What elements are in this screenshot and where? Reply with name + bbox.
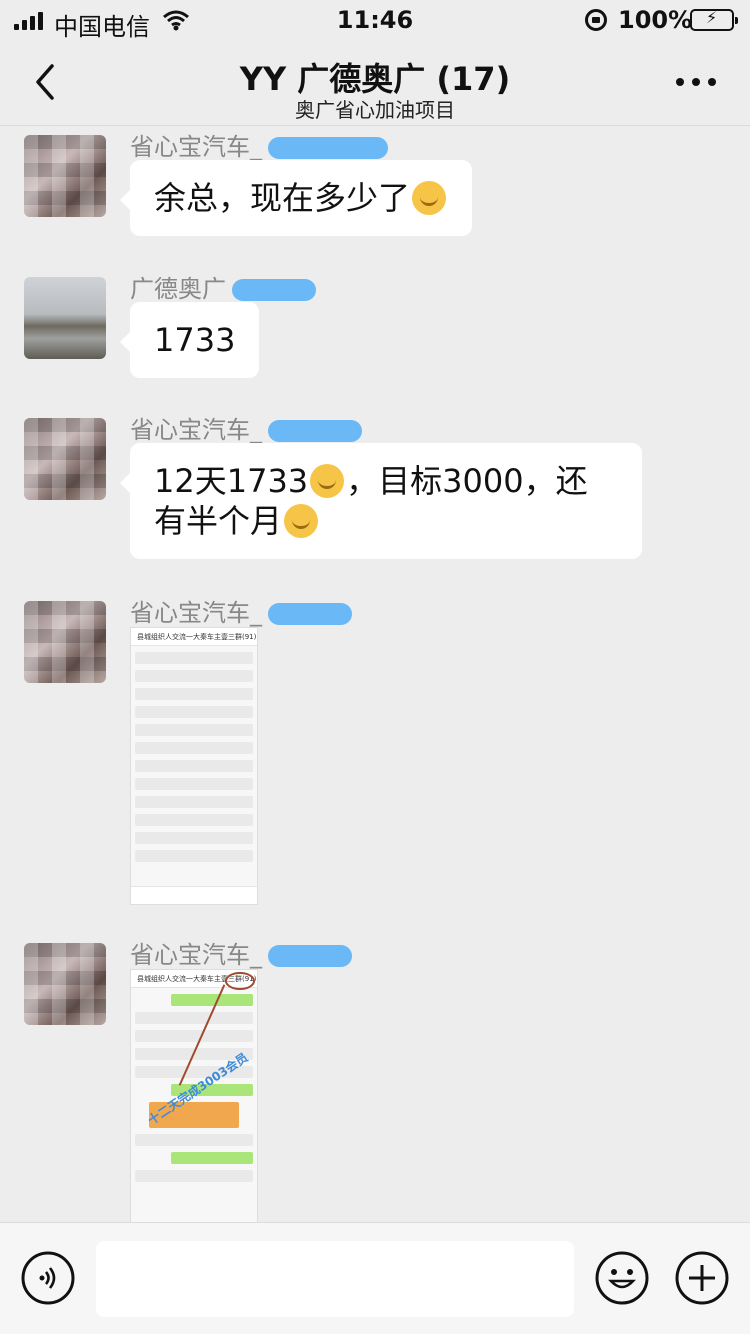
status-bar: 中国电信 11:46 100% ⚡ bbox=[0, 0, 750, 41]
message-list[interactable]: 省心宝汽车_ 余总，现在多少了 广德奥广 1733 省心宝汽车_ 12天1733… bbox=[0, 127, 750, 1222]
avatar[interactable] bbox=[24, 601, 106, 683]
determined-emoji-icon bbox=[310, 464, 345, 498]
fist-emoji-icon bbox=[412, 181, 447, 215]
sender-name: 省心宝汽车_ bbox=[130, 593, 352, 628]
avatar[interactable] bbox=[24, 418, 106, 500]
battery-percent: 100% bbox=[618, 6, 693, 34]
redaction-mark bbox=[268, 603, 352, 625]
image-message[interactable]: 县城组织人交流一大秦车主壹三群(91) bbox=[130, 627, 258, 905]
rotation-lock-icon bbox=[585, 9, 607, 31]
more-icon[interactable] bbox=[676, 78, 716, 88]
message-bubble[interactable]: 12天1733 ，目标3000，还 有半个月 bbox=[120, 443, 642, 559]
chat-subtitle: 奥广省心加油项目 bbox=[295, 98, 455, 122]
voice-icon[interactable] bbox=[21, 1251, 75, 1305]
input-bar bbox=[0, 1222, 750, 1334]
annotation-circle bbox=[225, 972, 255, 990]
fist-emoji-icon bbox=[284, 504, 319, 538]
chat-header: YY 广德奥广 (17) 奥广省心加油项目 bbox=[0, 40, 750, 126]
image-header: 县城组织人交流一大秦车主壹三群(91) bbox=[131, 628, 257, 646]
sender-name: 广德奥广 bbox=[130, 269, 316, 304]
emoji-icon[interactable] bbox=[595, 1251, 649, 1305]
redaction-mark bbox=[268, 945, 352, 967]
plus-icon[interactable] bbox=[675, 1251, 729, 1305]
battery-icon: ⚡ bbox=[690, 9, 738, 31]
redaction-mark bbox=[268, 137, 388, 159]
sender-name: 省心宝汽车_ bbox=[130, 935, 352, 970]
image-message[interactable]: 县城组织人交流一大秦车主壹三群(91) 十二天完成3003会员 bbox=[130, 969, 258, 1222]
sender-name: 省心宝汽车_ bbox=[130, 410, 362, 445]
redaction-mark bbox=[232, 279, 316, 301]
avatar[interactable] bbox=[24, 277, 106, 359]
redaction-mark bbox=[268, 420, 362, 442]
message-input[interactable] bbox=[96, 1241, 574, 1317]
message-bubble[interactable]: 1733 bbox=[119, 302, 260, 378]
message-bubble[interactable]: 余总，现在多少了 bbox=[119, 160, 473, 236]
avatar[interactable] bbox=[24, 135, 106, 217]
avatar[interactable] bbox=[24, 943, 106, 1025]
sender-name: 省心宝汽车_ bbox=[130, 127, 388, 162]
